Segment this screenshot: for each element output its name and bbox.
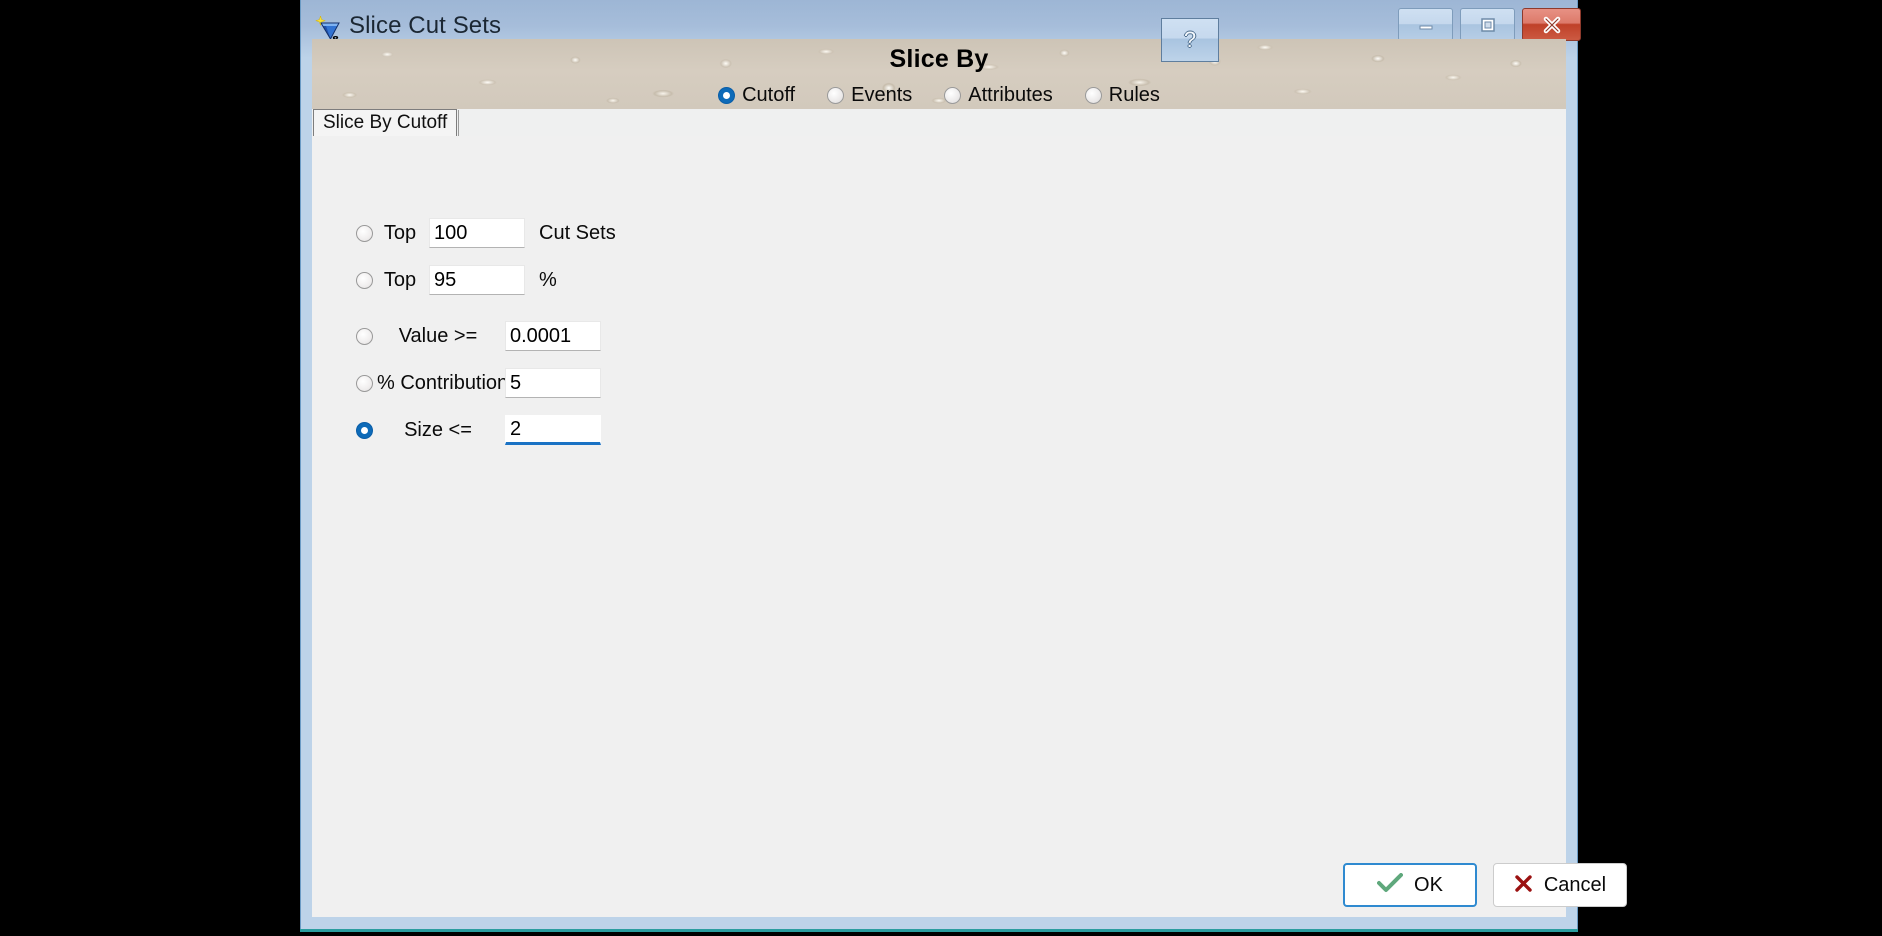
option-row-top-cut-sets: Top Cut Sets	[356, 218, 616, 248]
slice-by-mode-cutoff-label: Cutoff	[742, 84, 795, 107]
option-row-top-percent: Top %	[356, 265, 557, 295]
suffix-top-cut-sets: Cut Sets	[539, 222, 616, 245]
slice-by-mode-events[interactable]: Events	[827, 84, 912, 107]
input-percent-contribution[interactable]	[505, 368, 601, 398]
x-icon	[1514, 874, 1533, 897]
input-size-lte[interactable]	[505, 415, 601, 445]
slice-by-mode-events-label: Events	[851, 84, 912, 107]
radio-value-gte-icon[interactable]	[356, 328, 373, 345]
label-percent-contribution: % Contribution	[377, 372, 499, 395]
label-value-gte: Value >=	[377, 325, 499, 348]
suffix-top-percent: %	[539, 269, 557, 292]
tab-separator	[458, 110, 459, 136]
slice-by-heading: Slice By	[312, 45, 1566, 74]
question-mark-icon: ?	[1184, 27, 1196, 53]
tab-slice-by-cutoff-label: Slice By Cutoff	[323, 112, 447, 134]
minimize-button[interactable]	[1398, 8, 1453, 41]
close-button[interactable]	[1522, 8, 1581, 41]
window-bottom-accent	[300, 929, 1578, 932]
maximize-icon	[1461, 9, 1514, 40]
help-button[interactable]: ?	[1161, 18, 1219, 62]
window-title: Slice Cut Sets	[349, 12, 501, 40]
slice-by-mode-attributes[interactable]: Attributes	[944, 84, 1052, 107]
minimize-icon	[1399, 9, 1452, 40]
input-top-percent[interactable]	[429, 265, 525, 295]
radio-rules-icon[interactable]	[1085, 87, 1102, 104]
close-icon	[1523, 9, 1580, 40]
radio-cutoff-icon[interactable]	[718, 87, 735, 104]
radio-top-cut-sets-icon[interactable]	[356, 225, 373, 242]
label-top-cut-sets: Top	[377, 222, 423, 245]
ok-button[interactable]: OK	[1343, 863, 1477, 907]
ok-button-label: OK	[1414, 874, 1443, 897]
radio-top-percent-icon[interactable]	[356, 272, 373, 289]
slice-by-mode-attributes-label: Attributes	[968, 84, 1052, 107]
check-icon	[1377, 873, 1403, 898]
cancel-button-label: Cancel	[1544, 874, 1606, 897]
label-top-percent: Top	[377, 269, 423, 292]
input-value-gte[interactable]	[505, 321, 601, 351]
slice-by-mode-rules-label: Rules	[1109, 84, 1160, 107]
tab-strip: Slice By Cutoff	[312, 109, 1566, 137]
slice-by-banner: Slice By Cutoff Events Attributes Rules	[312, 39, 1566, 109]
slice-by-mode-cutoff[interactable]: Cutoff	[718, 84, 795, 107]
radio-events-icon[interactable]	[827, 87, 844, 104]
option-row-percent-contribution: % Contribution	[356, 368, 601, 398]
option-row-value-gte: Value >=	[356, 321, 601, 351]
radio-attributes-icon[interactable]	[944, 87, 961, 104]
slice-by-mode-group: Cutoff Events Attributes Rules	[312, 84, 1566, 107]
slice-by-cutoff-panel: Top Cut Sets Top % Value >= % Contributi	[312, 136, 1566, 917]
slice-by-mode-rules[interactable]: Rules	[1085, 84, 1160, 107]
cancel-button[interactable]: Cancel	[1493, 863, 1627, 907]
label-size-lte: Size <=	[377, 419, 499, 442]
radio-size-lte-icon[interactable]	[356, 422, 373, 439]
maximize-button[interactable]	[1460, 8, 1515, 41]
input-top-cut-sets[interactable]	[429, 218, 525, 248]
tab-slice-by-cutoff[interactable]: Slice By Cutoff	[313, 109, 457, 137]
screen: 8 Slice Cut Sets	[0, 0, 1882, 936]
radio-percent-contribution-icon[interactable]	[356, 375, 373, 392]
slice-cut-sets-window: 8 Slice Cut Sets	[300, 0, 1578, 931]
option-row-size-lte: Size <=	[356, 415, 601, 445]
